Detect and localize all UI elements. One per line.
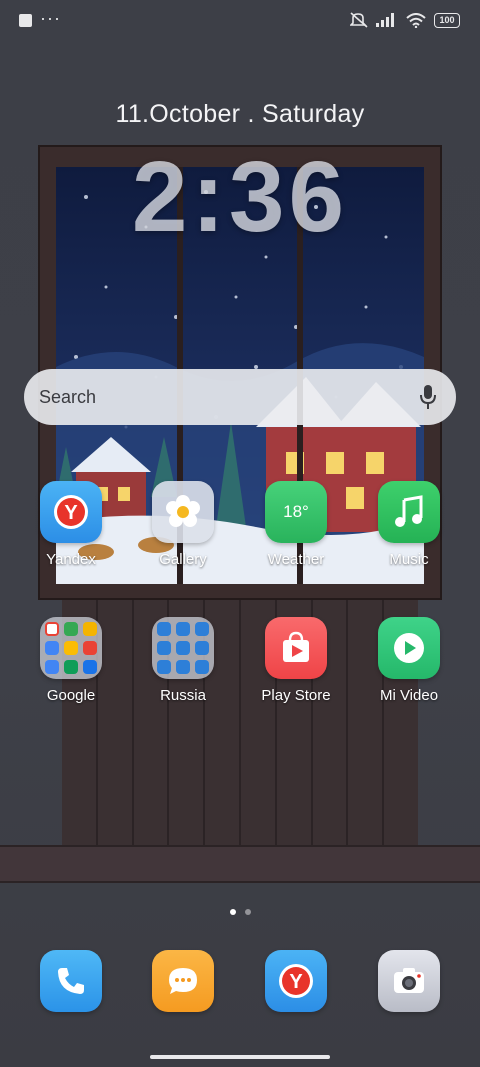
app-yandex[interactable]: Y Yandex bbox=[21, 481, 121, 568]
page-dot-2[interactable] bbox=[244, 909, 251, 915]
status-bar: ··· 100 bbox=[0, 0, 480, 42]
yandex-icon: Y bbox=[40, 481, 102, 543]
more-dots-icon: ··· bbox=[40, 8, 61, 28]
app-label: Mi Video bbox=[379, 687, 439, 704]
app-label: Music bbox=[389, 551, 429, 568]
svg-text:Y: Y bbox=[289, 971, 303, 993]
weather-temp: 18° bbox=[283, 502, 309, 521]
page-indicator bbox=[0, 909, 480, 915]
search-placeholder: Search bbox=[39, 386, 97, 407]
app-weather[interactable]: 18° Weather bbox=[246, 481, 346, 568]
home-gesture-bar[interactable] bbox=[150, 1055, 330, 1059]
app-play-store[interactable]: Play Store bbox=[246, 617, 346, 704]
app-label: Google bbox=[46, 687, 96, 704]
app-label: Gallery bbox=[159, 551, 207, 568]
mute-icon bbox=[350, 12, 368, 28]
search-bar[interactable]: Search bbox=[24, 369, 456, 425]
microphone-icon[interactable] bbox=[418, 383, 438, 411]
folder-russia[interactable]: Russia bbox=[133, 617, 233, 704]
play-store-icon bbox=[265, 617, 327, 679]
app-label: Weather bbox=[267, 551, 325, 568]
wooden-floor bbox=[0, 845, 480, 883]
folder-icon bbox=[40, 617, 102, 679]
dock-phone[interactable] bbox=[21, 950, 121, 1012]
app-label: Yandex bbox=[46, 551, 96, 568]
svg-text:Y: Y bbox=[64, 502, 78, 524]
signal-icon bbox=[376, 13, 394, 27]
dock-messages[interactable] bbox=[133, 950, 233, 1012]
app-music[interactable]: Music bbox=[359, 481, 459, 568]
app-label: Russia bbox=[160, 687, 206, 704]
dock-camera[interactable] bbox=[359, 950, 459, 1012]
yandex-browser-icon: Y bbox=[265, 950, 327, 1012]
wifi-icon bbox=[406, 12, 426, 28]
lockscreen-date: 11.October . Saturday bbox=[115, 100, 365, 128]
folder-icon bbox=[152, 617, 214, 679]
app-label: Play Store bbox=[261, 687, 331, 704]
messages-icon bbox=[152, 950, 214, 1012]
phone-icon bbox=[40, 950, 102, 1012]
app-mi-video[interactable]: Mi Video bbox=[359, 617, 459, 704]
camera-icon bbox=[378, 950, 440, 1012]
notification-square-icon bbox=[19, 14, 32, 27]
battery-icon: 100 bbox=[434, 12, 460, 28]
page-dot-1[interactable] bbox=[229, 909, 236, 915]
music-note-icon bbox=[378, 481, 440, 543]
app-gallery[interactable]: Gallery bbox=[133, 481, 233, 568]
dock-yandex-browser[interactable]: Y bbox=[246, 950, 346, 1012]
mi-video-icon bbox=[378, 617, 440, 679]
folder-google[interactable]: Google bbox=[21, 617, 121, 704]
weather-icon: 18° bbox=[265, 481, 327, 543]
clock-widget[interactable]: 2:36 bbox=[0, 140, 480, 255]
gallery-flower-icon bbox=[152, 481, 214, 543]
